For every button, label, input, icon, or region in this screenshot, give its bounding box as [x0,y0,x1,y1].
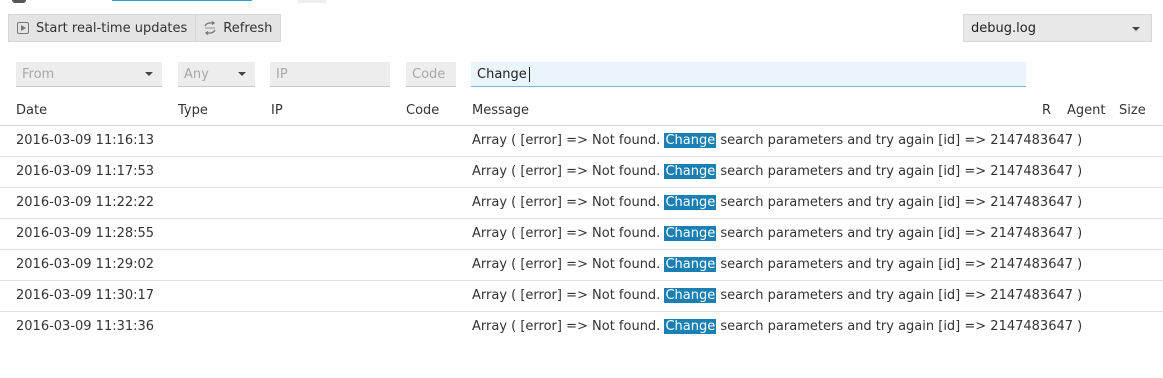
column-header-message[interactable]: Message [472,96,529,125]
message-text: Array ( [error] => Not found. [472,164,665,179]
message-text: Array ( [error] => Not found. [472,133,665,148]
date-from-placeholder: From [22,66,55,82]
filter-row: From Any IP Code Change [0,62,1163,88]
message-text: Array ( [error] => Not found. [472,288,665,303]
start-realtime-updates-label: Start real-time updates [36,20,188,36]
start-realtime-updates-button[interactable]: Start real-time updates [8,14,197,42]
refresh-button[interactable]: Refresh [196,14,282,42]
row-message: Array ( [error] => Not found. Change sea… [472,188,1082,218]
text-cursor [528,66,530,82]
chevron-down-icon [1132,27,1140,31]
table-row[interactable]: 2016-03-09 11:28:55 Array ( [error] => N… [0,219,1163,250]
play-icon [16,21,30,35]
message-text: search parameters and try again [id] => … [716,164,1083,179]
type-filter[interactable]: Any [178,62,255,87]
column-header-date[interactable]: Date [16,96,47,125]
row-message: Array ( [error] => Not found. Change sea… [472,312,1082,342]
message-text: search parameters and try again [id] => … [716,319,1083,334]
search-match-highlight: Change [664,195,717,210]
refresh-icon [203,21,217,35]
cropped-button [298,0,326,3]
column-header-type[interactable]: Type [178,96,208,125]
search-match-highlight: Change [664,288,717,303]
message-text: search parameters and try again [id] => … [716,195,1083,210]
chevron-down-icon [145,72,153,76]
message-filter-input[interactable]: Change [471,62,1026,87]
row-date: 2016-03-09 11:31:36 [16,319,155,334]
log-file-select[interactable]: debug.log [963,14,1152,42]
date-from-filter[interactable]: From [16,62,162,87]
message-text: search parameters and try again [id] => … [716,257,1083,272]
row-date: 2016-03-09 11:28:55 [16,226,155,241]
log-file-select-value: debug.log [971,20,1036,36]
message-text: search parameters and try again [id] => … [716,133,1083,148]
row-message: Array ( [error] => Not found. Change sea… [472,281,1082,311]
table-row[interactable]: 2016-03-09 11:17:53 Array ( [error] => N… [0,157,1163,188]
message-text: Array ( [error] => Not found. [472,195,665,210]
search-match-highlight: Change [664,133,717,148]
table-row[interactable]: 2016-03-09 11:22:22 Array ( [error] => N… [0,188,1163,219]
code-filter-placeholder: Code [412,66,446,82]
search-match-highlight: Change [664,164,717,179]
row-date: 2016-03-09 11:30:17 [16,288,155,303]
search-match-highlight: Change [664,257,717,272]
row-message: Array ( [error] => Not found. Change sea… [472,157,1082,187]
row-message: Array ( [error] => Not found. Change sea… [472,250,1082,280]
column-header-size[interactable]: Size [1119,96,1146,125]
message-filter-value: Change [477,66,527,82]
ip-filter-placeholder: IP [276,66,288,82]
log-toolbar: Start real-time updates Refresh [8,14,282,42]
refresh-label: Refresh [223,20,273,36]
column-header-ip[interactable]: IP [271,96,283,125]
row-message: Array ( [error] => Not found. Change sea… [472,126,1082,156]
table-row[interactable]: 2016-03-09 11:29:02 Array ( [error] => N… [0,250,1163,281]
message-text: search parameters and try again [id] => … [716,288,1083,303]
column-header-code[interactable]: Code [406,96,439,125]
row-date: 2016-03-09 11:16:13 [16,133,155,148]
top-cropped-header [0,0,1163,4]
message-text: Array ( [error] => Not found. [472,226,665,241]
code-filter-input[interactable]: Code [406,62,456,87]
row-message: Array ( [error] => Not found. Change sea… [472,219,1082,249]
column-header-r[interactable]: R [1042,96,1051,125]
table-header: Date Type IP Code Message R Agent Size [0,96,1163,126]
log-table-body: 2016-03-09 11:16:13 Array ( [error] => N… [0,126,1163,343]
message-text: Array ( [error] => Not found. [472,257,665,272]
row-date: 2016-03-09 11:29:02 [16,257,155,272]
ip-filter-input[interactable]: IP [270,62,390,87]
table-row[interactable]: 2016-03-09 11:30:17 Array ( [error] => N… [0,281,1163,312]
row-date: 2016-03-09 11:17:53 [16,164,155,179]
message-text: Array ( [error] => Not found. [472,319,665,334]
cropped-link-underline [112,0,252,1]
column-header-agent[interactable]: Agent [1067,96,1105,125]
cropped-icon [12,0,26,3]
row-date: 2016-03-09 11:22:22 [16,195,155,210]
chevron-down-icon [238,72,246,76]
type-filter-placeholder: Any [184,66,209,82]
search-match-highlight: Change [664,319,717,334]
message-text: search parameters and try again [id] => … [716,226,1083,241]
table-row[interactable]: 2016-03-09 11:31:36 Array ( [error] => N… [0,312,1163,343]
table-row[interactable]: 2016-03-09 11:16:13 Array ( [error] => N… [0,126,1163,157]
search-match-highlight: Change [664,226,717,241]
